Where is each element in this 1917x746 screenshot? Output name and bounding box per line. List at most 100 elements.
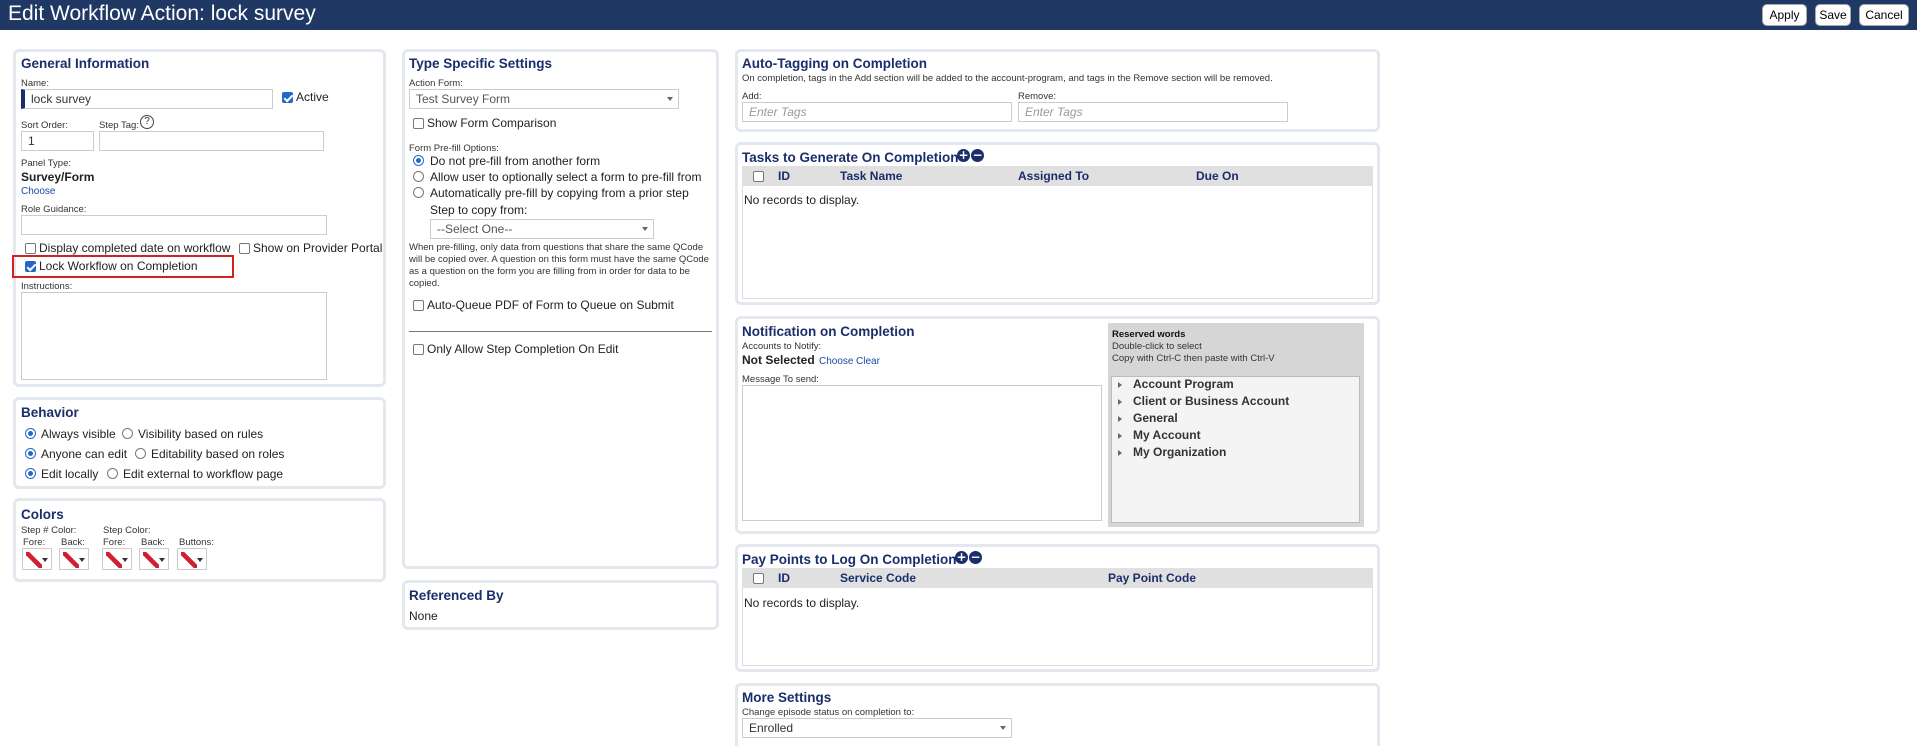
prefill-option-optional-radio[interactable] [413,171,424,182]
accounts-choose-link[interactable]: Choose [819,356,853,367]
tasks-col-due-on[interactable]: Due On [1196,169,1239,183]
tree-item-client-business-account[interactable]: Client or Business Account [1133,394,1289,408]
reserved-words-hint-2: Copy with Ctrl-C then paste with Ctrl-V [1112,353,1275,364]
buttons-label: Buttons: [179,537,214,548]
episode-status-value: Enrolled [749,721,794,735]
prefill-option-none-radio[interactable] [413,155,424,166]
accounts-clear-link[interactable]: Clear [856,356,880,367]
prefill-note-line-2: will be copied over. A question on this … [409,254,709,265]
apply-button[interactable]: Apply [1762,4,1807,26]
editability-roles-radio[interactable] [135,448,146,459]
anyone-edit-label: Anyone can edit [41,447,128,461]
expand-icon[interactable] [1118,416,1122,422]
show-form-comparison-checkbox[interactable] [413,118,424,129]
tree-item-my-account[interactable]: My Account [1133,428,1201,442]
tree-item-account-program[interactable]: Account Program [1133,377,1234,391]
step-fore-color-picker[interactable] [102,548,132,570]
pay-points-col-id[interactable]: ID [778,571,790,585]
back-label-2: Back: [141,537,165,548]
step-back-color-picker[interactable] [139,548,169,570]
add-tags-input[interactable]: Enter Tags [742,102,1012,122]
panel-type-label: Panel Type: [21,158,72,169]
remove-task-icon[interactable]: − [971,149,984,162]
active-checkbox[interactable] [282,92,293,103]
edit-external-label: Edit external to workflow page [123,467,284,481]
prefill-option-auto-radio[interactable] [413,187,424,198]
edit-locally-radio[interactable] [25,468,36,479]
action-form-select[interactable]: Test Survey Form [409,89,679,109]
only-allow-label: Only Allow Step Completion On Edit [427,342,619,356]
expand-icon[interactable] [1118,399,1122,405]
tasks-empty-message: No records to display. [744,193,860,207]
tree-item-my-organization[interactable]: My Organization [1133,445,1226,459]
step-tag-input[interactable] [99,131,324,151]
prefill-note-line-3: as a question on the form you are fillin… [409,266,690,277]
tasks-col-id[interactable]: ID [778,169,790,183]
step-to-copy-label: Step to copy from: [430,203,528,217]
instructions-label: Instructions: [21,281,73,292]
tasks-col-assigned-to[interactable]: Assigned To [1018,169,1089,183]
prefill-note-line-4: copied. [409,278,440,289]
remove-pay-point-icon[interactable]: − [969,551,982,564]
edit-locally-label: Edit locally [41,467,99,481]
chevron-down-icon [667,97,673,101]
step-to-copy-select[interactable]: --Select One-- [430,219,654,239]
referenced-by-value: None [409,609,438,623]
select-all-pay-points-checkbox[interactable] [753,573,764,584]
auto-queue-checkbox[interactable] [413,300,424,311]
show-provider-label: Show on Provider Portal [253,241,383,255]
edit-external-radio[interactable] [107,468,118,479]
tasks-col-task-name[interactable]: Task Name [840,169,902,183]
prefill-note-line-1: When pre-filling, only data from questio… [409,242,704,253]
add-pay-point-icon[interactable]: + [955,551,968,564]
accounts-to-notify-value: Not Selected [742,353,815,367]
display-completed-label: Display completed date on workflow [39,241,231,255]
prefill-option-auto-label: Automatically pre-fill by copying from a… [430,186,689,200]
message-textarea[interactable] [742,385,1102,521]
auto-queue-label: Auto-Queue PDF of Form to Queue on Submi… [427,298,674,312]
tree-item-general[interactable]: General [1133,411,1178,425]
name-input[interactable]: lock survey [21,89,273,109]
episode-status-select[interactable]: Enrolled [742,718,1012,738]
remove-tags-input[interactable]: Enter Tags [1018,102,1288,122]
lock-workflow-label: Lock Workflow on Completion [39,259,198,273]
select-all-tasks-checkbox[interactable] [753,171,764,182]
step-tag-label: Step Tag: [99,120,139,131]
page-header: Edit Workflow Action: lock survey Apply … [0,0,1917,30]
expand-icon[interactable] [1118,382,1122,388]
always-visible-radio[interactable] [25,428,36,439]
step-num-back-color-picker[interactable] [59,548,89,570]
only-allow-checkbox[interactable] [413,344,424,355]
remove-tags-label: Remove: [1018,91,1057,102]
general-information-title: General Information [21,56,150,71]
help-icon[interactable]: ? [140,115,154,129]
pay-points-col-pay-point-code[interactable]: Pay Point Code [1108,571,1196,585]
cancel-button[interactable]: Cancel [1859,4,1909,26]
auto-tagging-title: Auto-Tagging on Completion [742,56,927,71]
panel-type-choose-link[interactable]: Choose [21,186,55,197]
visibility-rules-radio[interactable] [122,428,133,439]
anyone-edit-radio[interactable] [25,448,36,459]
pay-points-col-service-code[interactable]: Service Code [840,571,916,585]
save-button[interactable]: Save [1815,4,1851,26]
add-task-icon[interactable]: + [957,149,970,162]
expand-icon[interactable] [1118,433,1122,439]
lock-workflow-checkbox[interactable] [25,261,36,272]
name-label: Name: [21,78,49,89]
more-settings-title: More Settings [742,690,832,705]
color-swatch-icon [106,552,122,568]
expand-icon[interactable] [1118,450,1122,456]
sort-order-label: Sort Order: [21,120,68,131]
buttons-color-picker[interactable] [177,548,207,570]
display-completed-checkbox[interactable] [25,243,36,254]
role-guidance-input[interactable] [21,215,327,235]
behavior-title: Behavior [21,405,79,420]
editability-roles-label: Editability based on roles [151,447,285,461]
step-num-fore-color-picker[interactable] [22,548,52,570]
instructions-textarea[interactable] [21,292,327,380]
show-provider-checkbox[interactable] [239,243,250,254]
color-swatch-icon [143,552,159,568]
add-tags-label: Add: [742,91,762,102]
visibility-rules-label: Visibility based on rules [138,427,264,441]
sort-order-input[interactable]: 1 [21,131,94,151]
